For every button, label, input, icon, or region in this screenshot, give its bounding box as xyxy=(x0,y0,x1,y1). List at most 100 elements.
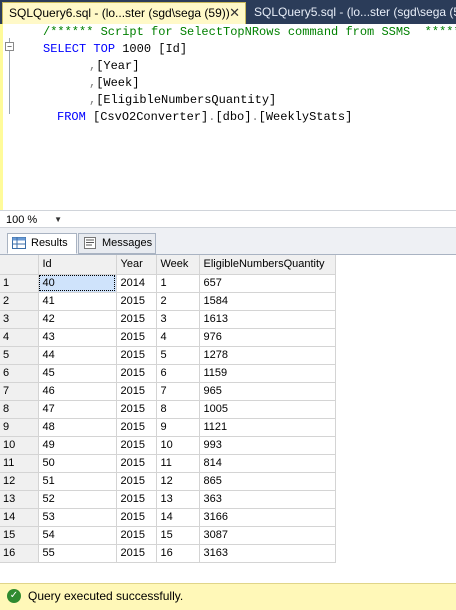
table-cell[interactable]: 3087 xyxy=(199,526,336,545)
row-number-cell[interactable]: 15 xyxy=(0,526,39,545)
table-cell[interactable]: 15 xyxy=(156,526,200,545)
table-cell[interactable]: 2015 xyxy=(116,310,157,329)
dropdown-arrow-icon[interactable]: ▼ xyxy=(54,213,62,227)
table-cell[interactable]: 51 xyxy=(38,472,117,491)
table-cell[interactable]: 2 xyxy=(156,292,200,311)
table-cell[interactable]: 2015 xyxy=(116,382,157,401)
table-cell[interactable]: 2015 xyxy=(116,328,157,347)
table-cell[interactable]: 1278 xyxy=(199,346,336,365)
row-number-cell[interactable]: 14 xyxy=(0,508,39,527)
table-row[interactable]: 14 53 2015 14 3166 xyxy=(0,508,336,527)
table-cell[interactable]: 814 xyxy=(199,454,336,473)
table-cell[interactable]: 52 xyxy=(38,490,117,509)
table-row[interactable]: 8 47 2015 8 1005 xyxy=(0,400,336,419)
column-header-week[interactable]: Week xyxy=(156,255,200,275)
table-cell[interactable]: 8 xyxy=(156,400,200,419)
close-icon[interactable]: ✕ xyxy=(229,3,240,23)
row-number-cell[interactable]: 4 xyxy=(0,328,39,347)
table-row[interactable]: 5 44 2015 5 1278 xyxy=(0,346,336,365)
table-cell[interactable]: 2015 xyxy=(116,436,157,455)
table-cell[interactable]: 993 xyxy=(199,436,336,455)
row-number-cell[interactable]: 9 xyxy=(0,418,39,437)
table-row[interactable]: 16 55 2015 16 3163 xyxy=(0,544,336,563)
table-cell[interactable]: 2015 xyxy=(116,526,157,545)
table-cell[interactable]: 2014 xyxy=(116,274,157,293)
table-row[interactable]: 13 52 2015 13 363 xyxy=(0,490,336,509)
table-row[interactable]: 15 54 2015 15 3087 xyxy=(0,526,336,545)
table-cell[interactable]: 55 xyxy=(38,544,117,563)
table-cell[interactable]: 3166 xyxy=(199,508,336,527)
zoom-select[interactable]: 100 % ▼ xyxy=(4,213,62,227)
table-row[interactable]: 3 42 2015 3 1613 xyxy=(0,310,336,329)
table-row[interactable]: 4 43 2015 4 976 xyxy=(0,328,336,347)
table-cell[interactable]: 2015 xyxy=(116,400,157,419)
row-number-cell[interactable]: 12 xyxy=(0,472,39,491)
table-cell[interactable]: 2015 xyxy=(116,544,157,563)
table-cell[interactable]: 42 xyxy=(38,310,117,329)
row-number-cell[interactable]: 16 xyxy=(0,544,39,563)
table-cell[interactable]: 2015 xyxy=(116,364,157,383)
row-number-cell[interactable]: 2 xyxy=(0,292,39,311)
table-row[interactable]: 6 45 2015 6 1159 xyxy=(0,364,336,383)
row-number-cell[interactable]: 8 xyxy=(0,400,39,419)
tab-sqlquery6[interactable]: SQLQuery6.sql - (lo...ster (sgd\sega (59… xyxy=(2,2,246,24)
table-cell[interactable]: 11 xyxy=(156,454,200,473)
results-grid[interactable]: Id Year Week EligibleNumbersQuantity 1 40… xyxy=(0,254,456,580)
table-cell[interactable]: 49 xyxy=(38,436,117,455)
table-cell[interactable]: 48 xyxy=(38,418,117,437)
table-cell[interactable]: 7 xyxy=(156,382,200,401)
table-cell[interactable]: 657 xyxy=(199,274,336,293)
table-cell[interactable]: 1121 xyxy=(199,418,336,437)
corner-cell[interactable] xyxy=(0,255,39,275)
table-cell[interactable]: 41 xyxy=(38,292,117,311)
table-cell[interactable]: 2015 xyxy=(116,346,157,365)
table-cell[interactable]: 1 xyxy=(156,274,200,293)
table-cell[interactable]: 44 xyxy=(38,346,117,365)
table-cell[interactable]: 2015 xyxy=(116,418,157,437)
table-row[interactable]: 9 48 2015 9 1121 xyxy=(0,418,336,437)
table-cell[interactable]: 14 xyxy=(156,508,200,527)
row-number-cell[interactable]: 3 xyxy=(0,310,39,329)
row-number-cell[interactable]: 1 xyxy=(0,274,39,293)
table-cell[interactable]: 976 xyxy=(199,328,336,347)
table-cell[interactable]: 1613 xyxy=(199,310,336,329)
table-cell[interactable]: 54 xyxy=(38,526,117,545)
table-row[interactable]: 2 41 2015 2 1584 xyxy=(0,292,336,311)
table-cell[interactable]: 2015 xyxy=(116,508,157,527)
table-row[interactable]: 7 46 2015 7 965 xyxy=(0,382,336,401)
table-cell[interactable]: 6 xyxy=(156,364,200,383)
table-cell[interactable]: 2015 xyxy=(116,292,157,311)
table-cell[interactable]: 43 xyxy=(38,328,117,347)
tab-messages[interactable]: Messages xyxy=(78,233,156,254)
table-cell[interactable]: 9 xyxy=(156,418,200,437)
table-cell[interactable]: 2015 xyxy=(116,490,157,509)
table-cell[interactable]: 47 xyxy=(38,400,117,419)
table-row[interactable]: 12 51 2015 12 865 xyxy=(0,472,336,491)
table-cell[interactable]: 45 xyxy=(38,364,117,383)
table-cell[interactable]: 4 xyxy=(156,328,200,347)
row-number-cell[interactable]: 13 xyxy=(0,490,39,509)
table-cell[interactable]: 50 xyxy=(38,454,117,473)
tab-sqlquery5[interactable]: SQLQuery5.sql - (lo...ster (sgd\sega (58 xyxy=(248,2,456,24)
table-cell[interactable]: 363 xyxy=(199,490,336,509)
table-cell[interactable]: 3163 xyxy=(199,544,336,563)
table-row[interactable]: 10 49 2015 10 993 xyxy=(0,436,336,455)
column-header-year[interactable]: Year xyxy=(116,255,157,275)
table-row[interactable]: 1 40 2014 1 657 xyxy=(0,274,336,293)
row-number-cell[interactable]: 10 xyxy=(0,436,39,455)
row-number-cell[interactable]: 7 xyxy=(0,382,39,401)
query-editor[interactable]: − /****** Script for SelectTopNRows comm… xyxy=(0,24,456,210)
table-cell[interactable]: 40 xyxy=(38,274,117,293)
table-cell[interactable]: 2015 xyxy=(116,472,157,491)
table-cell[interactable]: 46 xyxy=(38,382,117,401)
table-cell[interactable]: 16 xyxy=(156,544,200,563)
table-cell[interactable]: 1159 xyxy=(199,364,336,383)
table-cell[interactable]: 3 xyxy=(156,310,200,329)
table-cell[interactable]: 5 xyxy=(156,346,200,365)
table-row[interactable]: 11 50 2015 11 814 xyxy=(0,454,336,473)
table-cell[interactable]: 1584 xyxy=(199,292,336,311)
table-cell[interactable]: 12 xyxy=(156,472,200,491)
column-header-id[interactable]: Id xyxy=(38,255,117,275)
table-cell[interactable]: 13 xyxy=(156,490,200,509)
table-cell[interactable]: 10 xyxy=(156,436,200,455)
